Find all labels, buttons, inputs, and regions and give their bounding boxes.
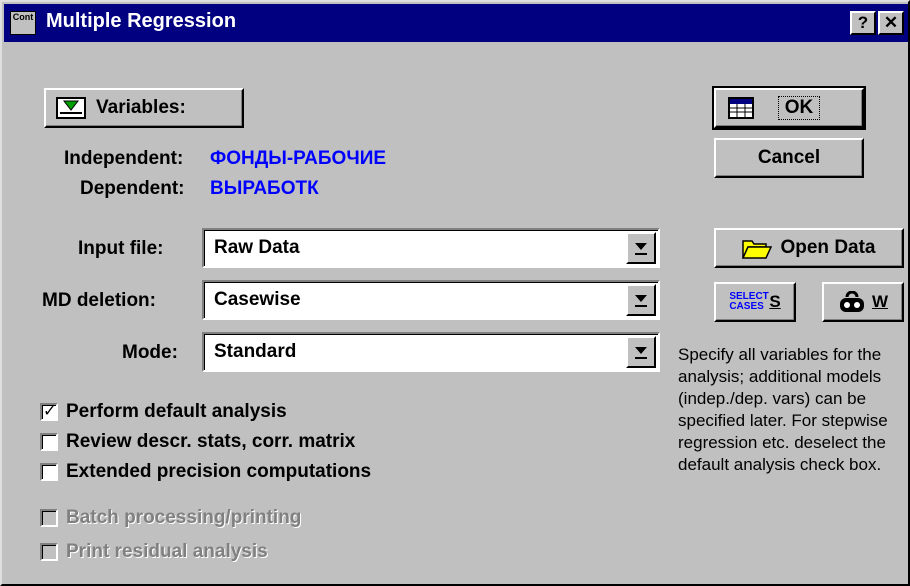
open-data-button[interactable]: Open Data [714,228,904,268]
app-icon[interactable]: Cont [10,11,36,35]
md-deletion-label: MD deletion: [42,290,156,311]
checkbox[interactable]: ✓ [40,401,58,421]
checkbox-batch-processing: Batch processing/printing [40,506,301,530]
weight-icon [839,291,864,312]
dependent-value: ВЫРАБОТК [210,178,319,199]
dependent-label: Dependent: [80,178,185,199]
app-icon-text: Cont [12,12,34,22]
input-file-label: Input file: [78,238,164,259]
variables-list-icon [56,97,86,119]
mode-select[interactable]: Standard [202,332,660,372]
title-bar[interactable]: Cont Multiple Regression ? ✕ [4,4,908,42]
spreadsheet-icon [728,97,754,119]
checkbox-label: Print residual analysis [66,541,268,562]
select-cases-label: S [769,292,781,311]
md-deletion-value: Casewise [214,289,301,310]
select-cases-icon: SELECT CASES [729,291,769,312]
checkbox-perform-default-analysis[interactable]: ✓ Perform default analysis [40,400,287,424]
checkbox[interactable] [40,463,58,481]
checkbox [40,543,58,561]
close-button[interactable]: ✕ [878,11,904,35]
help-text: Specify all variables for the analysis; … [678,345,888,474]
chevron-down-icon[interactable] [626,232,656,264]
md-deletion-select[interactable]: Casewise [202,280,660,320]
checkbox-review-descr-stats[interactable]: Review descr. stats, corr. matrix [40,430,355,454]
variables-button-label: Variables: [96,97,186,118]
variables-button[interactable]: Variables: [44,88,244,128]
checkbox[interactable] [40,433,58,451]
input-file-select[interactable]: Raw Data [202,228,660,268]
help-button[interactable]: ? [850,11,876,35]
input-file-value: Raw Data [214,237,300,258]
open-data-label: Open Data [780,237,876,258]
mode-value: Standard [214,341,297,362]
chevron-down-icon[interactable] [626,284,656,316]
mode-label: Mode: [122,342,178,363]
ok-button-label: OK [777,96,821,120]
checkbox-label: Extended precision computations [66,461,372,482]
cancel-button[interactable]: Cancel [714,138,864,178]
check-icon: ✓ [43,401,57,420]
checkbox [40,509,58,527]
checkbox-label: Batch processing/printing [66,507,302,528]
select-cases-button[interactable]: SELECT CASES S [714,282,796,322]
checkbox-extended-precision[interactable]: Extended precision computations [40,460,371,484]
multiple-regression-dialog: Cont Multiple Regression ? ✕ Variables: … [0,0,910,586]
checkbox-label: Review descr. stats, corr. matrix [66,431,356,452]
window-title: Multiple Regression [46,10,237,32]
checkbox-label: Perform default analysis [66,401,287,422]
chevron-down-icon[interactable] [626,336,656,368]
ok-button[interactable]: OK [712,86,866,130]
independent-value: ФОНДЫ-РАБОЧИЕ [210,148,387,169]
weight-button[interactable]: W [822,282,904,322]
folder-open-icon [742,240,773,259]
weight-label: W [871,292,889,311]
independent-label: Independent: [64,148,184,169]
checkbox-print-residual-analysis: Print residual analysis [40,540,268,564]
